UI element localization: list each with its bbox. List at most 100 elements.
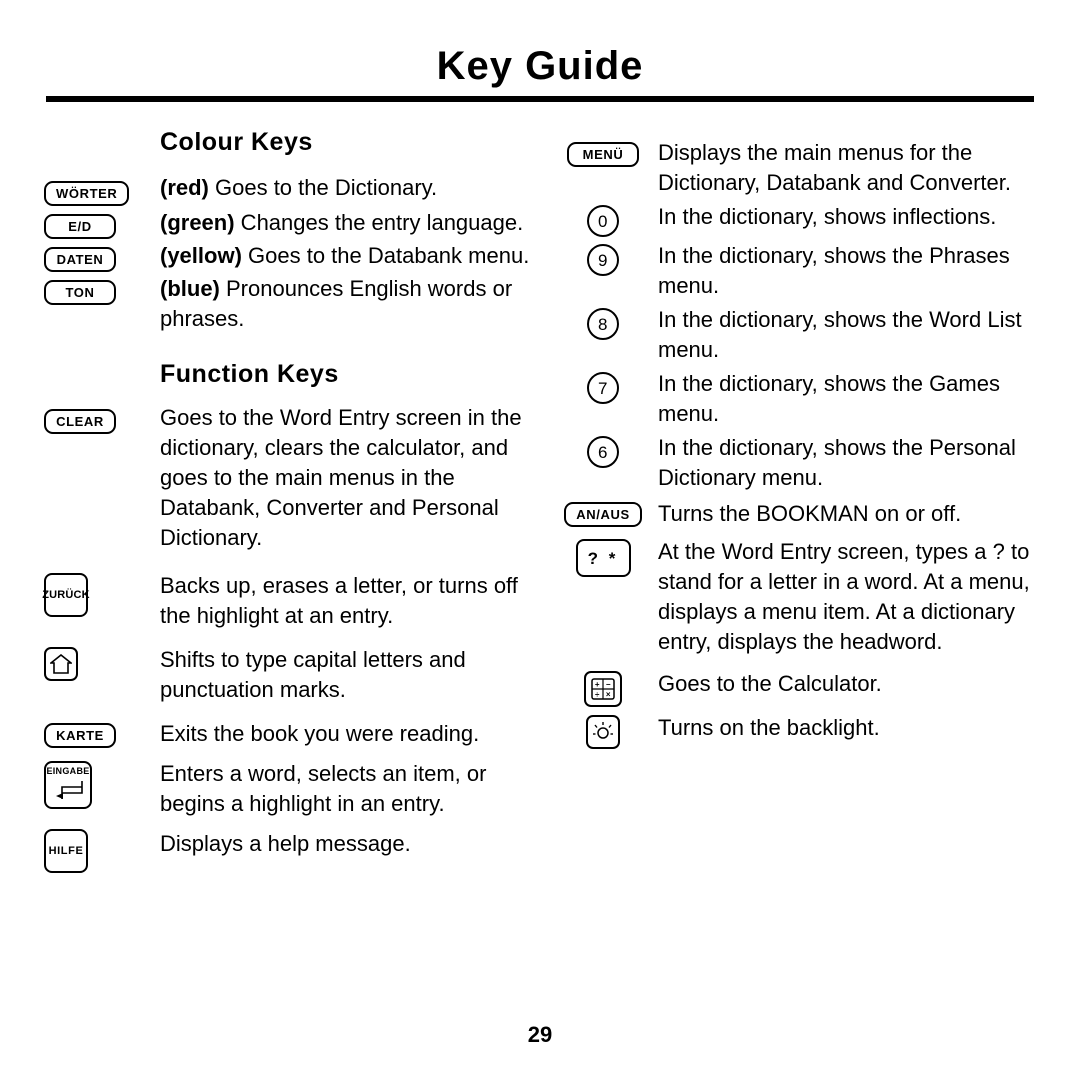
key-cell: 0 (548, 202, 658, 237)
key-description: In the dictionary, shows the Word List m… (658, 307, 1022, 362)
key-label: TON (65, 285, 95, 300)
key-description: (red) Goes to the Dictionary. (160, 173, 540, 203)
key-row: 8 In the dictionary, shows the Word List… (548, 305, 1048, 365)
svg-text:+: + (595, 680, 600, 689)
key-description-text: Goes to the Databank menu. (241, 243, 530, 268)
key-question-star[interactable]: ? * (575, 539, 631, 577)
key-row: CLEAR Goes to the Word Entry screen in t… (40, 403, 540, 553)
key-label: DATEN (56, 252, 104, 267)
svg-text:−: − (606, 680, 611, 689)
key-cell: TON (40, 274, 160, 305)
key-an-aus[interactable]: AN/AUS (564, 502, 642, 527)
key-cell: 7 (548, 369, 658, 404)
key-row: HILFE Displays a help message. (40, 829, 540, 873)
key-cell: E/D (40, 208, 160, 239)
key-row: 9 In the dictionary, shows the Phrases m… (548, 241, 1048, 301)
key-row: AN/AUS Turns the BOOKMAN on or off. (548, 499, 1048, 529)
right-column: MENÜ Displays the main menus for the Dic… (548, 128, 1048, 749)
left-column: Colour Keys WÖRTER (red) Goes to the Dic… (40, 128, 540, 873)
key-label: 6 (597, 442, 609, 462)
key-description-text: Goes to the Dictionary. (208, 175, 438, 200)
key-cell: CLEAR (40, 403, 160, 434)
key-cell: 8 (548, 305, 658, 340)
key-guide-page: Key Guide Colour Keys WÖRTER (red) Goes … (0, 0, 1080, 1080)
key-row: ? * At the Word Entry screen, types a ? … (548, 537, 1048, 657)
key-e-d[interactable]: E/D (44, 214, 116, 239)
key-cell: ? * (548, 537, 658, 577)
key-8[interactable]: 8 (587, 308, 619, 340)
key-shift-up-arrow[interactable] (44, 647, 78, 681)
key-label: E/D (68, 219, 92, 234)
key-label: KARTE (56, 728, 104, 743)
key-eingabe[interactable]: EINGABE (44, 761, 92, 809)
key-label: HILFE (48, 844, 84, 857)
key-backlight[interactable] (586, 715, 620, 749)
key-description: Displays the main menus for the Dictiona… (658, 140, 1011, 195)
key-row: MENÜ Displays the main menus for the Dic… (548, 138, 1048, 198)
key-colour-label: (red) (160, 175, 209, 200)
key-cell: 6 (548, 433, 658, 468)
key-cell (40, 645, 160, 681)
key-row: Shifts to type capital letters and punct… (40, 645, 540, 705)
key-cell: HILFE (40, 829, 160, 873)
key-description: In the dictionary, shows the Games menu. (658, 371, 1000, 426)
key-row: E/D (green) Changes the entry language. (40, 208, 540, 239)
key-label: AN/AUS (576, 507, 630, 522)
key-row: KARTE Exits the book you were reading. (40, 719, 540, 749)
key-cell: KARTE (40, 719, 160, 748)
key-zurueck[interactable]: ZURÜCK (42, 573, 90, 617)
enter-arrow-icon (54, 779, 84, 801)
key-description: Displays a help message. (160, 831, 411, 856)
key-description: Exits the book you were reading. (160, 721, 480, 746)
key-cell: MENÜ (548, 138, 658, 167)
key-colour-label: (green) (160, 210, 235, 235)
key-label: 8 (597, 314, 609, 334)
key-colour-label: (yellow) (160, 243, 242, 268)
key-row: 0 In the dictionary, shows inflections. (548, 202, 1048, 237)
key-row: ZURÜCK Backs up, erases a letter, or tur… (40, 571, 540, 631)
key-cell: AN/AUS (548, 499, 658, 527)
key-cell: WÖRTER (40, 173, 160, 206)
key-7[interactable]: 7 (587, 372, 619, 404)
key-description: At the Word Entry screen, types a ? to s… (658, 539, 1030, 654)
key-clear[interactable]: CLEAR (44, 409, 116, 434)
key-label: EINGABE (46, 766, 90, 776)
key-row: EINGABE Enters a word, selects an item, … (40, 759, 540, 819)
svg-text:×: × (606, 690, 611, 699)
key-description: Goes to the Calculator. (658, 671, 882, 696)
key-label: ? * (587, 548, 619, 568)
key-label: MENÜ (582, 147, 624, 162)
key-ton[interactable]: TON (44, 280, 116, 305)
key-description: Shifts to type capital letters and punct… (160, 647, 466, 702)
title-divider (46, 96, 1034, 102)
key-label: CLEAR (56, 414, 104, 429)
key-hilfe[interactable]: HILFE (44, 829, 88, 873)
key-description: Turns the BOOKMAN on or off. (658, 501, 962, 526)
page-number: 29 (527, 1022, 553, 1047)
svg-text:÷: ÷ (595, 690, 600, 699)
key-colour-label: (blue) (160, 276, 220, 301)
colour-keys-heading: Colour Keys (160, 128, 313, 156)
backlight-icon (591, 720, 615, 744)
key-cell (548, 713, 658, 749)
key-row: + − ÷ × Goes to the Calculator. (548, 669, 1048, 707)
key-description-text: Changes the entry language. (234, 210, 524, 235)
key-cell: 9 (548, 241, 658, 276)
key-row: 6 In the dictionary, shows the Personal … (548, 433, 1048, 493)
calculator-icon: + − ÷ × (590, 677, 616, 701)
key-description: In the dictionary, shows inflections. (658, 204, 997, 229)
key-description: Goes to the Word Entry screen in the dic… (160, 405, 522, 550)
key-0[interactable]: 0 (587, 205, 619, 237)
key-6[interactable]: 6 (587, 436, 619, 468)
key-karte[interactable]: KARTE (44, 723, 116, 748)
key-woerter[interactable]: WÖRTER (44, 181, 130, 206)
key-label: ZURÜCK (42, 588, 90, 601)
function-keys-heading: Function Keys (160, 360, 339, 388)
key-calculator[interactable]: + − ÷ × (584, 671, 622, 707)
key-menue[interactable]: MENÜ (567, 142, 639, 167)
key-row: DATEN (yellow) Goes to the Databank menu… (40, 241, 540, 272)
key-9[interactable]: 9 (587, 244, 619, 276)
key-description: (green) Changes the entry language. (160, 208, 540, 238)
key-daten[interactable]: DATEN (44, 247, 116, 272)
key-description: (yellow) Goes to the Databank menu. (160, 241, 540, 271)
